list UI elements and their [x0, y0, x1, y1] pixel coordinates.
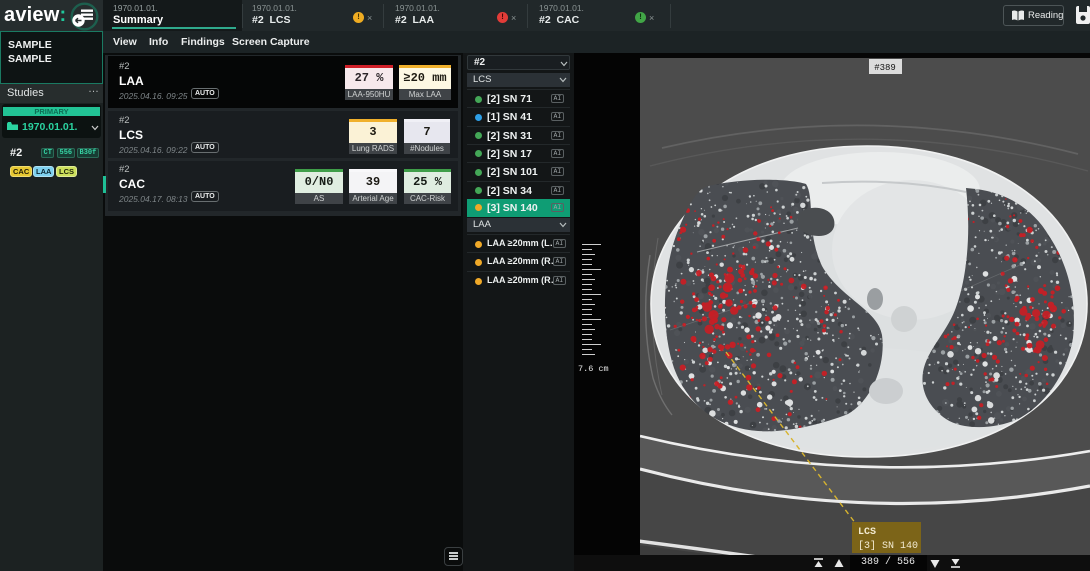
svg-text:#389: #389 — [874, 63, 896, 73]
svg-text:LCS: LCS — [858, 527, 876, 538]
svg-text:[3] SN 140: [3] SN 140 — [858, 540, 918, 552]
